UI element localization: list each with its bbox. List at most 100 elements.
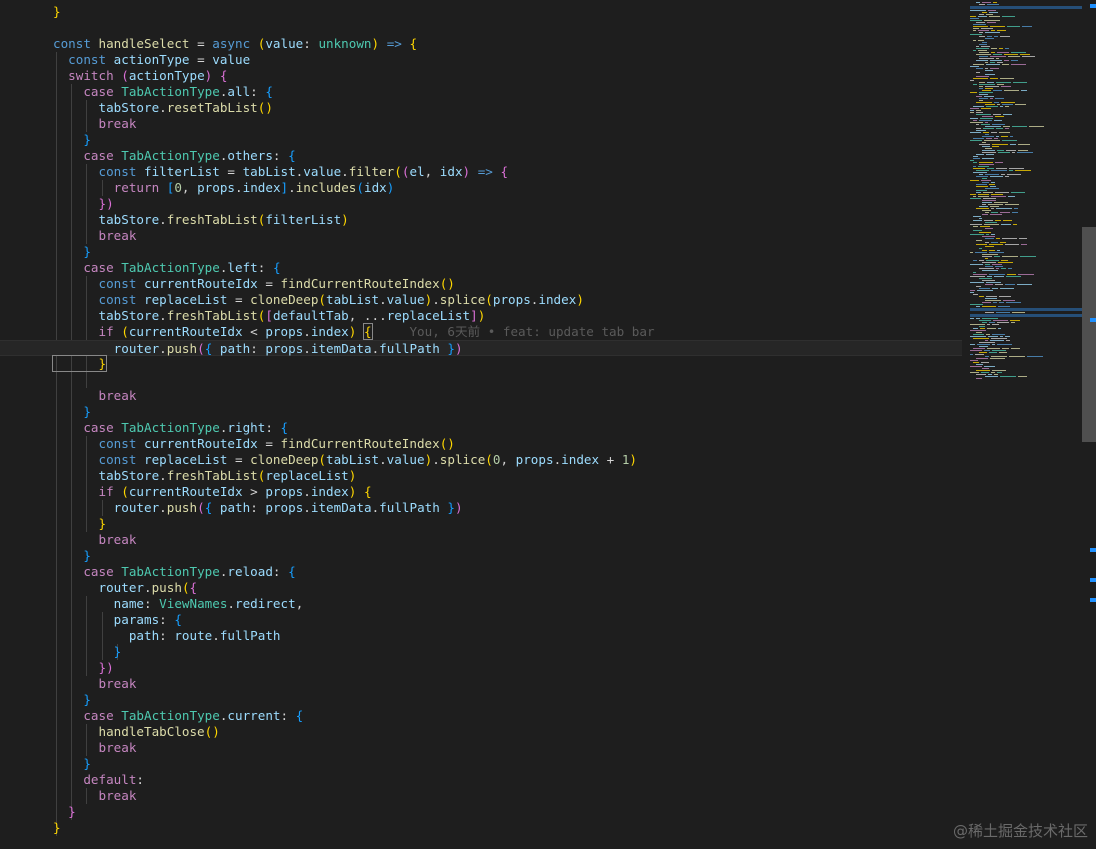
code-line[interactable]: default: xyxy=(0,772,962,788)
code-line[interactable]: handleTabClose() xyxy=(0,724,962,740)
code-token: router xyxy=(53,500,160,515)
code-line[interactable]: break xyxy=(0,740,962,756)
code-editor[interactable]: } const handleSelect = async (value: unkn… xyxy=(0,0,962,849)
minimap-line xyxy=(973,78,988,79)
code-token: TabActionType xyxy=(121,260,220,275)
minimap-line xyxy=(982,254,998,255)
code-line[interactable]: } xyxy=(0,516,962,532)
code-line[interactable]: } xyxy=(0,804,962,820)
code-token: . xyxy=(341,164,349,179)
code-line[interactable]: case TabActionType.reload: { xyxy=(0,564,962,580)
code-line[interactable]: break xyxy=(0,532,962,548)
minimap-line xyxy=(982,318,998,319)
minimap-line xyxy=(1017,284,1032,285)
code-line[interactable]: case TabActionType.current: { xyxy=(0,708,962,724)
code-token: push xyxy=(151,580,182,595)
minimap-line xyxy=(978,166,989,167)
code-line[interactable] xyxy=(0,372,962,388)
minimap-line xyxy=(997,52,1009,53)
minimap-line xyxy=(992,350,1006,351)
code-token: ] xyxy=(280,180,289,195)
code-line[interactable]: case TabActionType.right: { xyxy=(0,420,962,436)
code-line[interactable]: const actionType = value xyxy=(0,52,962,68)
code-line[interactable]: router.push({ xyxy=(0,580,962,596)
code-line[interactable]: } xyxy=(0,644,962,660)
code-line[interactable]: } xyxy=(0,355,962,372)
minimap-line xyxy=(981,108,991,109)
minimap-line xyxy=(991,194,1003,195)
code-line[interactable]: return [0, props.index].includes(idx) xyxy=(0,180,962,196)
code-line[interactable]: tabStore.freshTabList(filterList) xyxy=(0,212,962,228)
minimap-line xyxy=(973,120,977,121)
code-line[interactable]: if (currentRouteIdx < props.index) { You… xyxy=(0,323,962,340)
minimap-line xyxy=(1027,356,1043,357)
code-token: props xyxy=(197,180,236,195)
minimap[interactable] xyxy=(962,0,1082,849)
code-line-current[interactable]: router.push({ path: props.itemData.fullP… xyxy=(0,340,962,356)
minimap-line xyxy=(985,340,988,341)
minimap-line xyxy=(979,206,988,207)
minimap-line xyxy=(996,58,999,59)
code-line[interactable]: } xyxy=(0,404,962,420)
minimap-line xyxy=(1010,320,1020,321)
code-line[interactable]: } xyxy=(0,756,962,772)
code-line[interactable]: break xyxy=(0,788,962,804)
minimap-line xyxy=(1005,106,1009,107)
code-line[interactable]: } xyxy=(0,692,962,708)
code-token: : xyxy=(250,84,266,99)
code-line[interactable]: switch (actionType) { xyxy=(0,68,962,84)
code-line[interactable]: }) xyxy=(0,196,962,212)
minimap-line xyxy=(978,40,984,41)
code-line[interactable]: break xyxy=(0,676,962,692)
code-line[interactable]: const handleSelect = async (value: unkno… xyxy=(0,36,962,52)
code-line[interactable]: if (currentRouteIdx > props.index) { xyxy=(0,484,962,500)
code-line[interactable] xyxy=(0,20,962,36)
minimap-line xyxy=(985,356,989,357)
minimap-line xyxy=(985,188,999,189)
code-line[interactable]: name: ViewNames.redirect, xyxy=(0,596,962,612)
code-line[interactable]: } xyxy=(0,132,962,148)
code-line[interactable]: tabStore.freshTabList(replaceList) xyxy=(0,468,962,484)
code-token: : xyxy=(272,148,289,163)
code-line[interactable]: path: route.fullPath xyxy=(0,628,962,644)
vertical-scrollbar[interactable] xyxy=(1082,0,1096,849)
code-line[interactable]: } xyxy=(0,4,962,20)
code-line[interactable]: case TabActionType.others: { xyxy=(0,148,962,164)
code-line[interactable]: tabStore.resetTabList() xyxy=(0,100,962,116)
code-line[interactable]: const currentRouteIdx = findCurrentRoute… xyxy=(0,276,962,292)
code-line[interactable]: params: { xyxy=(0,612,962,628)
minimap-line xyxy=(970,252,973,253)
minimap-line xyxy=(993,114,1001,115)
code-line[interactable]: case TabActionType.left: { xyxy=(0,260,962,276)
code-line[interactable]: router.push({ path: props.itemData.fullP… xyxy=(0,500,962,516)
code-line[interactable]: break xyxy=(0,228,962,244)
code-line[interactable]: break xyxy=(0,388,962,404)
code-line[interactable]: } xyxy=(0,244,962,260)
minimap-line xyxy=(976,2,980,3)
code-token: unknown xyxy=(318,36,372,51)
minimap-line xyxy=(985,212,989,213)
minimap-line xyxy=(997,250,1000,251)
code-line[interactable]: } xyxy=(0,820,962,836)
minimap-line xyxy=(1003,126,1010,127)
code-line[interactable]: const currentRouteIdx = findCurrentRoute… xyxy=(0,436,962,452)
minimap-line xyxy=(1001,260,1008,261)
code-token: . xyxy=(212,628,220,643)
minimap-line xyxy=(990,186,996,187)
code-line[interactable]: const replaceList = cloneDeep(tabList.va… xyxy=(0,452,962,468)
code-line[interactable]: const filterList = tabList.value.filter(… xyxy=(0,164,962,180)
scrollbar-thumb[interactable] xyxy=(1082,227,1096,442)
code-line[interactable]: } xyxy=(0,548,962,564)
code-line[interactable]: const replaceList = cloneDeep(tabList.va… xyxy=(0,292,962,308)
minimap-line xyxy=(982,142,986,143)
minimap-line xyxy=(1002,238,1017,239)
minimap-line xyxy=(976,318,980,319)
code-token: splice xyxy=(439,452,486,467)
code-line[interactable]: break xyxy=(0,116,962,132)
code-token: ViewNames xyxy=(159,596,228,611)
code-token: replaceList xyxy=(386,308,471,323)
code-line[interactable]: case TabActionType.all: { xyxy=(0,84,962,100)
code-line[interactable]: tabStore.freshTabList([defaultTab, ...re… xyxy=(0,308,962,324)
code-line[interactable]: }) xyxy=(0,660,962,676)
code-token: break xyxy=(53,228,137,243)
